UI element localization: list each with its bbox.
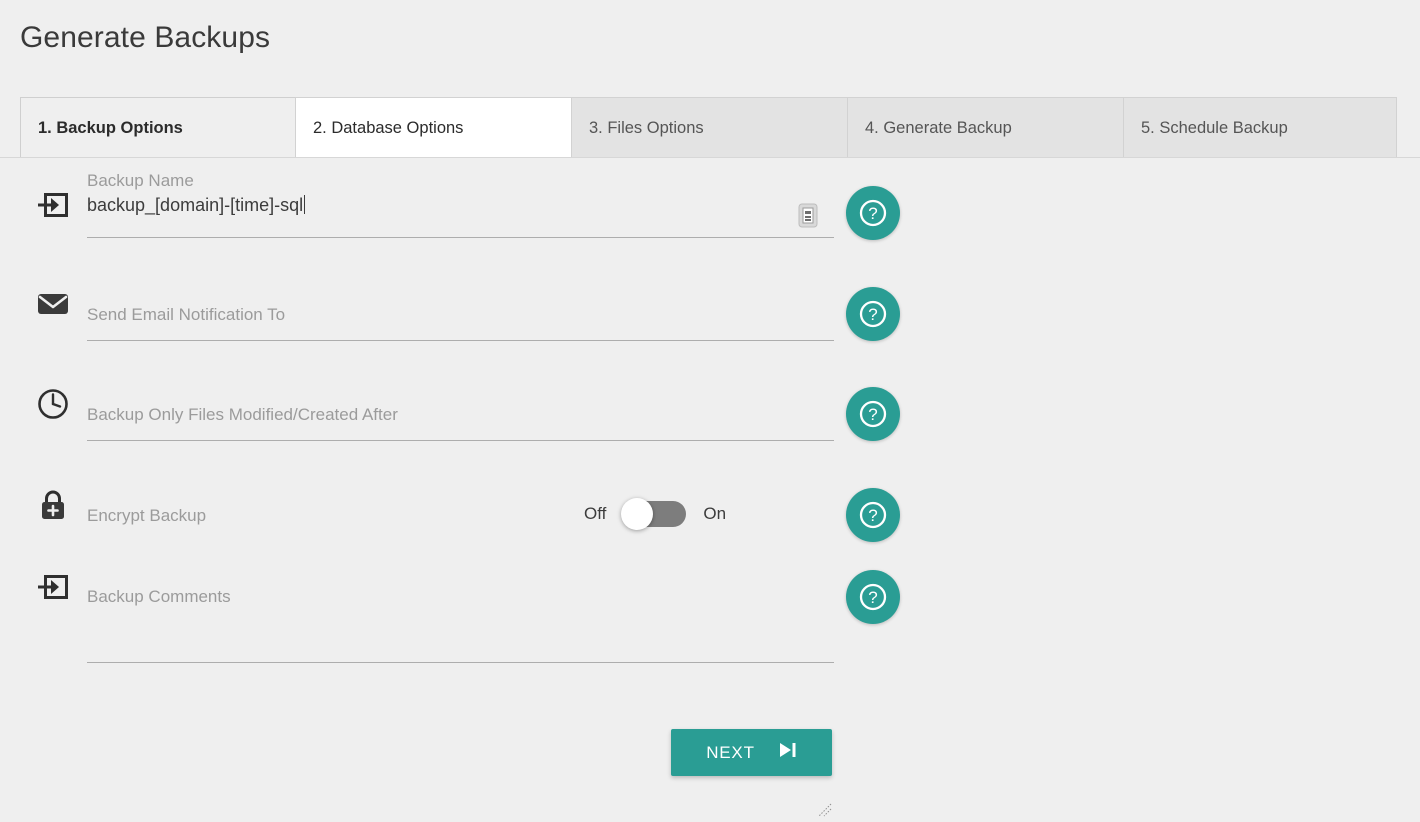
backup-name-value: backup_[domain]-[time]-sql [87, 195, 304, 215]
next-button[interactable]: NEXT [671, 729, 832, 776]
toggle-off-label: Off [584, 504, 607, 523]
clock-icon [36, 387, 70, 421]
svg-text:?: ? [868, 305, 877, 324]
tab-label: 4. Generate Backup [865, 118, 1012, 137]
tab-bar-divider [0, 157, 1420, 158]
tab-files-options[interactable]: 3. Files Options [571, 97, 847, 158]
next-button-label: NEXT [706, 743, 755, 762]
arrow-into-box-icon [36, 188, 70, 222]
question-mark-circle-icon: ? [859, 583, 887, 611]
backup-name-label: Backup Name [87, 171, 194, 190]
page-title: Generate Backups [20, 21, 271, 54]
svg-text:?: ? [868, 506, 877, 525]
question-mark-circle-icon: ? [859, 501, 887, 529]
backup-comments-placeholder: Backup Comments [87, 587, 231, 606]
help-button-encrypt-backup[interactable]: ? [846, 488, 900, 542]
tab-backup-options[interactable]: 1. Backup Options [20, 97, 295, 158]
toggle-on-label: On [703, 504, 727, 523]
wizard-tab-bar: 1. Backup Options 2. Database Options 3.… [20, 97, 1397, 158]
backup-name-input[interactable]: backup_[domain]-[time]-sql [87, 192, 834, 218]
question-mark-circle-icon: ? [859, 300, 887, 328]
question-mark-circle-icon: ? [859, 400, 887, 428]
help-button-modified-after[interactable]: ? [846, 387, 900, 441]
backup-comments-underline [87, 662, 834, 663]
modified-after-placeholder: Backup Only Files Modified/Created After [87, 405, 398, 424]
tab-generate-backup[interactable]: 4. Generate Backup [847, 97, 1123, 158]
encrypt-backup-toggle-group[interactable]: Off On [584, 498, 727, 530]
textarea-resize-handle[interactable] [818, 803, 832, 817]
email-notification-placeholder: Send Email Notification To [87, 305, 286, 324]
svg-text:?: ? [868, 405, 877, 424]
tab-label: 1. Backup Options [38, 118, 183, 137]
backup-name-underline [87, 237, 834, 238]
tab-label: 3. Files Options [589, 118, 704, 137]
arrow-into-box-icon [36, 570, 70, 604]
lock-plus-icon [36, 488, 70, 522]
toggle-knob[interactable] [621, 498, 654, 530]
modified-after-field[interactable]: Backup Only Files Modified/Created After [87, 404, 834, 426]
svg-text:?: ? [868, 588, 877, 607]
modified-after-underline [87, 440, 834, 441]
envelope-icon [36, 287, 70, 321]
backup-name-field[interactable]: Backup Name backup_[domain]-[time]-sql [87, 170, 834, 218]
tab-schedule-backup[interactable]: 5. Schedule Backup [1123, 97, 1397, 158]
email-notification-field[interactable]: Send Email Notification To [87, 304, 834, 326]
svg-text:?: ? [868, 204, 877, 223]
backup-comments-field[interactable]: Backup Comments [87, 586, 834, 608]
help-button-backup-comments[interactable]: ? [846, 570, 900, 624]
email-notification-underline [87, 340, 834, 341]
text-cursor [304, 195, 306, 214]
help-button-email-notification[interactable]: ? [846, 287, 900, 341]
help-button-backup-name[interactable]: ? [846, 186, 900, 240]
tab-label: 5. Schedule Backup [1141, 118, 1288, 137]
tab-label: 2. Database Options [313, 118, 464, 137]
tab-database-options[interactable]: 2. Database Options [295, 97, 571, 158]
template-picker-icon[interactable] [798, 203, 818, 228]
question-mark-circle-icon: ? [859, 199, 887, 227]
skip-forward-icon [779, 742, 797, 763]
encrypt-backup-toggle[interactable] [621, 498, 687, 530]
